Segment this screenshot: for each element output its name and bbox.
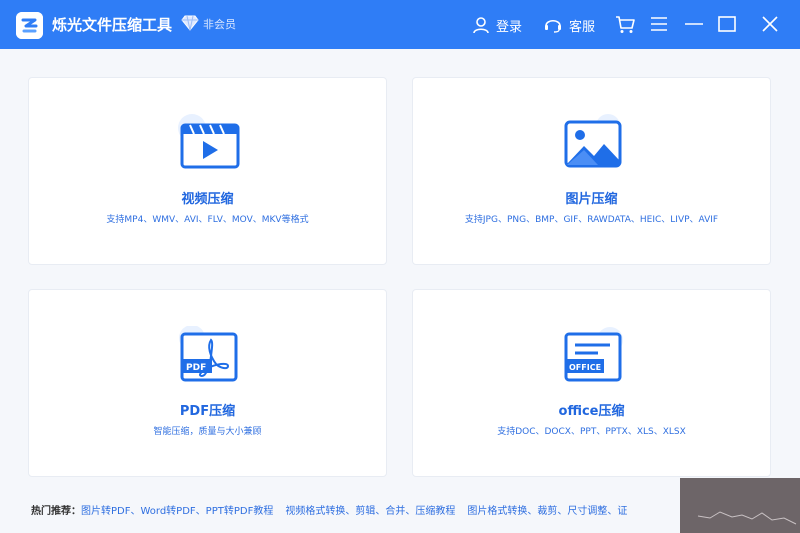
image-compress-card[interactable]: 图片压缩 支持JPG、PNG、BMP、GIF、RAWDATA、HEIC、LIVP… <box>412 77 771 265</box>
card-subtitle: 支持MP4、WMV、AVI、FLV、MOV、MKV等格式 <box>106 215 309 225</box>
hot-recommend-label: 热门推荐： <box>31 505 81 517</box>
maximize-icon <box>716 16 738 39</box>
cart-button[interactable] <box>614 13 638 37</box>
office-compress-card[interactable]: OFFICE office压缩 支持DOC、DOCX、PPT、PPTX、XLS、… <box>412 289 771 477</box>
card-subtitle: 支持JPG、PNG、BMP、GIF、RAWDATA、HEIC、LIVP、AVIF <box>464 215 719 225</box>
title-bar: 烁光文件压缩工具 非会员 登录 客服 <box>0 0 800 49</box>
login-button[interactable]: 登录 <box>472 12 522 38</box>
pdf-icon: PDF <box>174 325 242 388</box>
close-icon <box>759 16 781 39</box>
service-label: 客服 <box>569 19 596 35</box>
menu-icon <box>648 17 670 39</box>
card-title: office压缩 <box>558 404 625 419</box>
minimize-button[interactable] <box>683 13 707 37</box>
membership-status[interactable]: 非会员 <box>203 16 236 32</box>
graph-overlay <box>680 478 800 533</box>
video-icon <box>174 114 242 176</box>
main-panel: 视频压缩 支持MP4、WMV、AVI、FLV、MOV、MKV等格式 图片压缩 支… <box>0 49 800 533</box>
office-icon: OFFICE <box>558 326 626 388</box>
diamond-icon <box>181 15 199 31</box>
card-title: 视频压缩 <box>181 192 234 207</box>
card-subtitle: 支持DOC、DOCX、PPT、PPTX、XLS、XLSX <box>497 427 686 437</box>
svg-text:PDF: PDF <box>186 363 206 373</box>
close-button[interactable] <box>759 13 783 37</box>
hot-link-video[interactable]: 视频格式转换、剪辑、合并、压缩教程 <box>285 502 455 517</box>
pdf-compress-card[interactable]: PDF PDF压缩 智能压缩，质量与大小兼顾 <box>28 289 387 477</box>
card-title: 图片压缩 <box>565 192 618 207</box>
hot-link-pdf[interactable]: 图片转PDF、Word转PDF、PPT转PDF教程 <box>81 502 273 517</box>
hot-recommend-bar: 热门推荐： 图片转PDF、Word转PDF、PPT转PDF教程 视频格式转换、剪… <box>31 501 627 517</box>
menu-button[interactable] <box>648 13 672 37</box>
video-compress-card[interactable]: 视频压缩 支持MP4、WMV、AVI、FLV、MOV、MKV等格式 <box>28 77 387 265</box>
app-logo-icon <box>16 12 43 39</box>
app-title: 烁光文件压缩工具 <box>52 16 173 34</box>
cart-icon <box>614 16 636 39</box>
maximize-button[interactable] <box>716 13 740 37</box>
hot-link-image[interactable]: 图片格式转换、裁剪、尺寸调整、证 <box>467 502 627 517</box>
user-icon <box>472 16 490 34</box>
image-icon <box>558 114 626 176</box>
card-subtitle: 智能压缩，质量与大小兼顾 <box>153 427 262 437</box>
minimize-icon <box>683 20 705 39</box>
svg-text:OFFICE: OFFICE <box>569 363 601 372</box>
customer-service-button[interactable]: 客服 <box>543 12 595 38</box>
card-title: PDF压缩 <box>179 404 236 419</box>
login-label: 登录 <box>496 19 523 35</box>
headset-icon <box>543 16 563 34</box>
